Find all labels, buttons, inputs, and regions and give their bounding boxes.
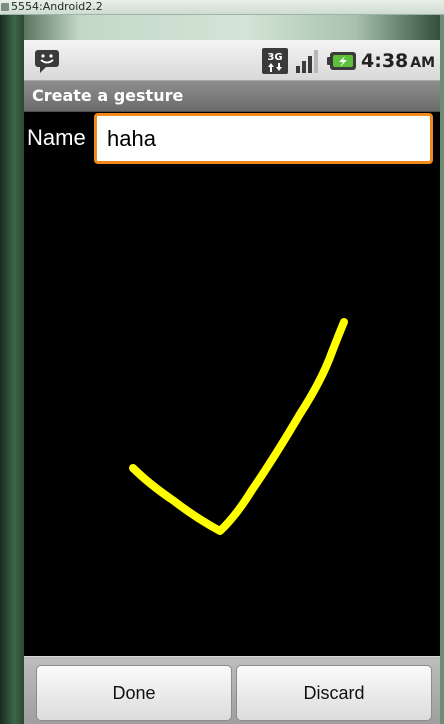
page-title: Create a gesture [32, 86, 184, 105]
emulator-frame-top [0, 15, 444, 40]
emulator-frame-left [0, 15, 24, 724]
network-type-label: 3G [267, 52, 282, 63]
name-row: Name [24, 112, 440, 166]
signal-strength-icon [296, 50, 318, 73]
app-title-bar: Create a gesture [24, 81, 440, 112]
clock-time: 4:38 [361, 50, 409, 72]
gesture-canvas[interactable] [24, 168, 440, 656]
clock: 4:38 AM [361, 40, 435, 80]
clock-ampm: AM [410, 55, 436, 71]
button-bar: Done Discard [24, 656, 440, 724]
gesture-stroke-checkmark [129, 318, 348, 535]
device-screen: 3G 4:38 AM Create a gesture Name haha Do… [24, 40, 440, 724]
name-label: Name [27, 125, 86, 150]
emulator-window-title: 5554:Android2.2 [11, 0, 103, 13]
discard-button[interactable]: Discard [236, 665, 432, 721]
emulator-frame-right [440, 15, 444, 724]
done-button[interactable]: Done [36, 665, 232, 721]
battery-charging-icon [327, 52, 356, 70]
name-input[interactable] [94, 113, 433, 164]
emulator-window-titlebar: 5554:Android2.2 [0, 0, 444, 15]
emulator-app-icon [1, 3, 9, 11]
3g-data-icon: 3G [262, 48, 288, 74]
messaging-icon [35, 50, 59, 73]
status-bar: 3G 4:38 AM [24, 40, 440, 81]
